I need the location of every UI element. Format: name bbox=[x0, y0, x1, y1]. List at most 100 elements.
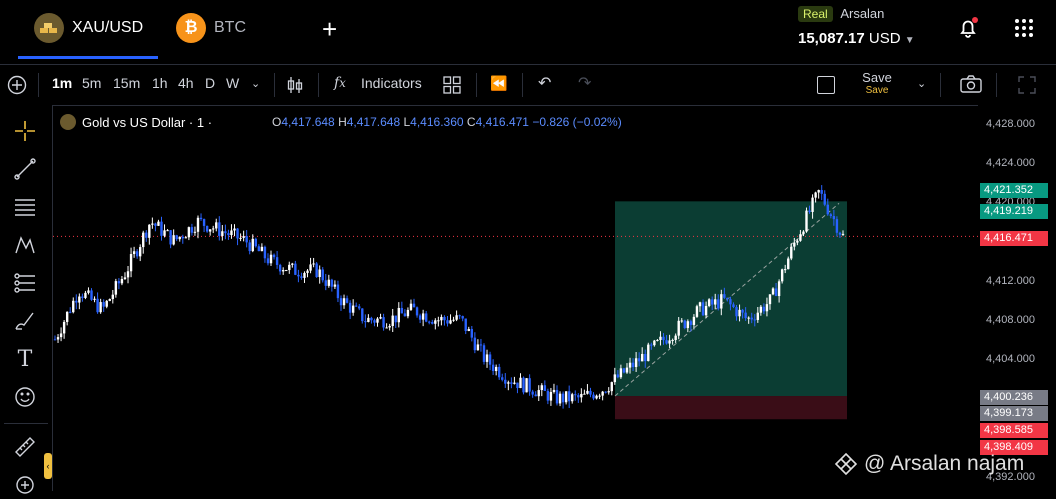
text-tool-icon[interactable]: T bbox=[10, 345, 40, 373]
candle-body bbox=[768, 294, 772, 305]
interval-dropdown-chevron-icon[interactable]: ⌄ bbox=[251, 77, 260, 90]
redo-icon[interactable]: ↷ bbox=[578, 73, 591, 93]
chart-legend: Gold vs US Dollar · 1 · bbox=[60, 114, 212, 130]
candle-body bbox=[123, 277, 127, 280]
candle-body bbox=[841, 233, 845, 235]
candle-body bbox=[455, 315, 458, 320]
candle-body bbox=[93, 298, 96, 300]
add-tab-button[interactable]: + bbox=[322, 14, 337, 45]
candle-body bbox=[208, 229, 212, 232]
candle-body bbox=[504, 379, 507, 384]
account-balance[interactable]: 15,087.17 USD ▼ bbox=[798, 30, 915, 47]
candle-body bbox=[756, 312, 760, 320]
candle-body bbox=[577, 395, 580, 398]
interval-w[interactable]: W bbox=[226, 75, 239, 91]
candle-body bbox=[385, 327, 388, 329]
crosshair-icon[interactable] bbox=[10, 117, 40, 145]
apps-grid-icon[interactable] bbox=[1014, 18, 1034, 43]
candle-body bbox=[281, 270, 285, 272]
pattern-icon[interactable] bbox=[10, 231, 40, 259]
candle-body bbox=[196, 217, 200, 232]
save-button[interactable]: Save Save bbox=[848, 70, 906, 96]
interval-15m[interactable]: 15m bbox=[113, 75, 140, 91]
price-axis[interactable]: 4,428.000 4,424.000 4,420.000 4,412.000 … bbox=[978, 105, 1056, 491]
candle-body bbox=[488, 354, 492, 365]
candle-body bbox=[239, 237, 242, 239]
candle-body bbox=[707, 299, 711, 306]
candle-body bbox=[537, 390, 540, 397]
candle-body bbox=[729, 299, 732, 305]
candle-body bbox=[735, 307, 738, 317]
interval-1m[interactable]: 1m bbox=[52, 75, 72, 91]
interval-1h[interactable]: 1h bbox=[152, 75, 168, 91]
candle-body bbox=[148, 224, 151, 238]
candle-body bbox=[87, 290, 90, 293]
candles-icon[interactable] bbox=[286, 75, 304, 100]
bell-icon[interactable] bbox=[956, 16, 980, 45]
indicators-button[interactable]: Indicators bbox=[361, 75, 422, 91]
candle-body bbox=[333, 284, 337, 287]
gold-symbol-icon bbox=[60, 114, 76, 130]
candle-body bbox=[75, 300, 78, 303]
replay-icon[interactable]: ⏪ bbox=[490, 75, 507, 92]
candle-body bbox=[224, 231, 227, 234]
candle-body bbox=[647, 344, 650, 362]
candle-body bbox=[616, 374, 620, 378]
undo-icon[interactable]: ↶ bbox=[538, 73, 551, 93]
candle-body bbox=[835, 219, 839, 233]
candle-body bbox=[498, 366, 501, 378]
close-label: C bbox=[466, 115, 476, 129]
candle-body bbox=[437, 320, 440, 322]
candle-body bbox=[507, 382, 510, 384]
chevron-down-icon: ▼ bbox=[904, 35, 915, 46]
camera-icon[interactable] bbox=[960, 75, 982, 98]
candle-body bbox=[391, 315, 394, 326]
candle-body bbox=[418, 315, 422, 320]
bitcoin-icon: ₿ bbox=[176, 13, 206, 43]
horizontal-lines-icon[interactable] bbox=[10, 193, 40, 221]
indicators-fx-icon[interactable]: fx bbox=[334, 75, 346, 91]
gold-bars-icon bbox=[34, 13, 64, 43]
candle-body bbox=[464, 318, 467, 331]
candle-body bbox=[233, 228, 236, 231]
layouts-icon[interactable] bbox=[443, 76, 461, 99]
account-info[interactable]: Real Arsalan bbox=[798, 6, 884, 22]
candle-body bbox=[571, 394, 574, 402]
tab-btc[interactable]: ₿ BTC bbox=[176, 10, 246, 46]
candle-body bbox=[388, 325, 391, 328]
save-dropdown-chevron-icon[interactable]: ⌄ bbox=[917, 77, 926, 90]
candle-body bbox=[169, 230, 172, 245]
candle-body bbox=[205, 225, 209, 232]
open-value: 4,417.648 bbox=[281, 115, 335, 129]
candle-body bbox=[172, 235, 175, 245]
fib-retracement-icon[interactable] bbox=[10, 269, 40, 297]
tab-xauusd[interactable]: XAU/USD bbox=[34, 10, 143, 46]
emoji-icon[interactable] bbox=[10, 383, 40, 411]
interval-4h[interactable]: 4h bbox=[178, 75, 194, 91]
ruler-icon[interactable] bbox=[10, 433, 40, 461]
candle-body bbox=[540, 385, 543, 391]
interval-d[interactable]: D bbox=[205, 75, 215, 91]
account-mode-badge: Real bbox=[798, 6, 833, 22]
zoom-in-icon[interactable] bbox=[10, 471, 40, 499]
candle-body bbox=[689, 321, 693, 325]
candle-body bbox=[580, 393, 583, 398]
candle-body bbox=[84, 292, 87, 298]
candle-body bbox=[236, 228, 239, 239]
price-chart[interactable] bbox=[53, 105, 978, 491]
candle-body bbox=[154, 223, 157, 226]
add-symbol-icon[interactable] bbox=[6, 74, 28, 101]
candle-body bbox=[774, 288, 778, 297]
fullscreen-checkbox-icon[interactable] bbox=[817, 76, 835, 94]
interval-5m[interactable]: 5m bbox=[82, 75, 101, 91]
candle-body bbox=[440, 316, 443, 321]
candle-body bbox=[525, 378, 528, 393]
trend-line-icon[interactable] bbox=[10, 155, 40, 183]
candle-body bbox=[583, 393, 586, 395]
candle-body bbox=[142, 232, 145, 248]
brush-icon[interactable] bbox=[10, 307, 40, 335]
maximize-icon[interactable] bbox=[1018, 76, 1036, 99]
candle-body bbox=[799, 234, 802, 241]
collapse-toolbar-handle[interactable]: ‹ bbox=[44, 453, 52, 479]
candle-body bbox=[744, 312, 747, 319]
